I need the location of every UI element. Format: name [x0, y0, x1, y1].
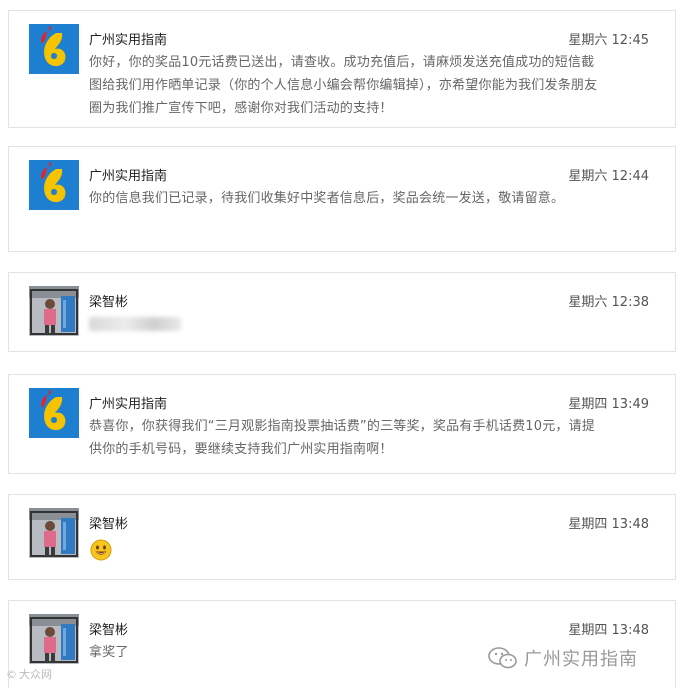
- smile-emoji-icon: [90, 539, 112, 561]
- wechat-icon: [488, 647, 517, 669]
- sender-name: 梁智彬: [89, 517, 129, 532]
- message-card: 广州实用指南 星期六 12:44 你的信息我们已记录，待我们收集好中奖者信息后，…: [8, 146, 676, 252]
- message-text: 恭喜你，你获得我们“三月观影指南投票抽话费”的三等奖，奖品有手机话费10元，请提…: [89, 419, 596, 457]
- watermark-right-text: 广州实用指南: [524, 649, 638, 670]
- message-time: 星期六 12:38: [568, 295, 649, 310]
- brand-logo-avatar[interactable]: [29, 388, 79, 438]
- message-card: 广州实用指南 星期六 12:45 你好，你的奖品10元话费已送出，请查收。成功充…: [8, 10, 676, 128]
- watermark-left: © 大众网: [6, 666, 52, 682]
- message-text: 你的信息我们已记录，待我们收集好中奖者信息后，奖品会统一发送，敬请留意。: [89, 191, 565, 206]
- sender-name: 广州实用指南: [89, 397, 168, 412]
- redacted-message: [89, 317, 181, 331]
- sender-name: 广州实用指南: [89, 169, 168, 184]
- user-photo-avatar[interactable]: [29, 286, 79, 336]
- message-text: 你好，你的奖品10元话费已送出，请查收。成功充值后，请麻烦发送充值成功的短信截图…: [89, 55, 598, 116]
- copyright-icon: ©: [6, 667, 17, 681]
- user-photo-avatar[interactable]: [29, 614, 79, 664]
- user-photo-avatar[interactable]: [29, 508, 79, 558]
- message-card: 梁智彬 星期四 13:48: [8, 494, 676, 580]
- watermark-right: 广州实用指南: [488, 645, 638, 671]
- message-time: 星期四 13:48: [568, 517, 649, 532]
- message-time: 星期四 13:48: [568, 623, 649, 638]
- message-card: 广州实用指南 星期四 13:49 恭喜你，你获得我们“三月观影指南投票抽话费”的…: [8, 374, 676, 474]
- message-card: 梁智彬 星期四 13:48 拿奖了: [8, 600, 676, 688]
- message-card: 梁智彬 星期六 12:38: [8, 272, 676, 352]
- sender-name: 梁智彬: [89, 295, 129, 310]
- sender-name: 梁智彬: [89, 623, 129, 638]
- watermark-left-text: 大众网: [19, 668, 52, 681]
- message-time: 星期六 12:45: [568, 33, 649, 48]
- brand-logo-avatar[interactable]: [29, 160, 79, 210]
- message-time: 星期四 13:49: [568, 397, 649, 412]
- brand-logo-avatar[interactable]: [29, 24, 79, 74]
- message-time: 星期六 12:44: [568, 169, 649, 184]
- sender-name: 广州实用指南: [89, 33, 168, 48]
